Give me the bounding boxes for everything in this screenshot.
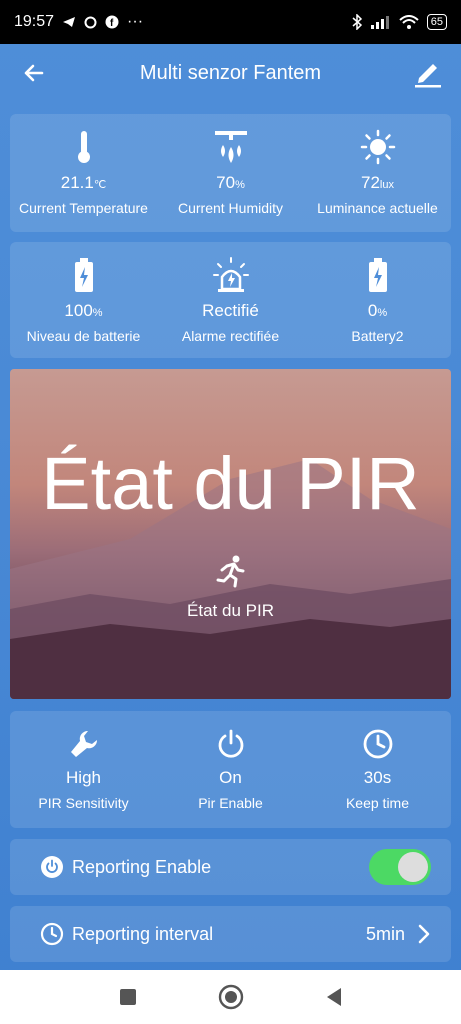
humidity-label: Current Humidity <box>177 200 284 216</box>
reporting-enable-row: Reporting Enable <box>10 839 451 895</box>
pir-enable-label: Pir Enable <box>198 795 263 811</box>
pir-sensitivity-value: High <box>66 768 101 787</box>
temperature-cell[interactable]: 21.1℃ Current Temperature <box>10 129 157 216</box>
home-circle-icon[interactable] <box>218 984 244 1010</box>
temperature-label: Current Temperature <box>19 200 148 216</box>
wifi-icon <box>399 15 419 29</box>
reporting-enable-toggle[interactable] <box>369 849 431 885</box>
edit-pencil-icon[interactable] <box>413 56 443 88</box>
keep-time-label: Keep time <box>345 795 410 811</box>
thermometer-icon <box>77 131 90 163</box>
keep-time-value: 30s <box>363 768 392 787</box>
humidity-value: 70 <box>216 173 236 192</box>
keep-time-cell[interactable]: 30s Keep time <box>304 728 451 811</box>
pir-sensitivity-label: PIR Sensitivity <box>38 795 129 811</box>
battery2-value: 0 <box>367 301 378 320</box>
pir-state-label: État du PIR <box>187 601 274 620</box>
circle-icon <box>84 16 97 28</box>
battery-status: 65 <box>426 14 447 30</box>
mountain-background <box>10 459 451 699</box>
back-arrow-icon[interactable] <box>20 58 50 88</box>
alarm-cell[interactable]: Rectifié Alarme rectifiée <box>157 257 304 344</box>
luminance-value: 72 <box>361 173 380 192</box>
temperature-value: 21.1 <box>60 173 94 192</box>
pir-sensitivity-cell[interactable]: High PIR Sensitivity <box>10 728 157 811</box>
running-person-icon <box>216 555 245 588</box>
facebook-icon: f <box>105 15 119 29</box>
pir-enable-value: On <box>219 768 242 787</box>
page-title: Multi senzor Fantem <box>139 61 322 84</box>
luminance-unit: lux <box>379 179 394 191</box>
status-time: 19:57 <box>14 13 55 30</box>
reporting-interval-label: Reporting interval <box>72 923 214 944</box>
humidity-icon <box>214 131 247 163</box>
battery-icon <box>74 258 93 292</box>
clock-icon <box>363 729 392 759</box>
power-circle-icon <box>41 856 63 878</box>
app-header: Multi senzor Fantem <box>0 44 461 102</box>
pir-enable-cell[interactable]: On Pir Enable <box>157 728 304 811</box>
pir-state-big-text: État du PIR <box>41 442 420 525</box>
battery2-cell[interactable]: 0% Battery2 <box>304 257 451 344</box>
sensor-card-status: 100% Niveau de batterie Rectifié Alarme … <box>10 242 451 358</box>
pir-settings-card: High PIR Sensitivity On Pir Enable 30s K… <box>10 711 451 828</box>
luminance-cell[interactable]: 72lux Luminance actuelle <box>304 129 451 216</box>
alarm-value: Rectifié <box>202 301 259 320</box>
reporting-interval-row[interactable]: Reporting interval 5min <box>10 906 451 962</box>
chevron-right-icon <box>418 924 430 944</box>
status-more: ··· <box>127 13 144 30</box>
signal-icon <box>370 16 389 29</box>
bluetooth-icon <box>352 14 362 30</box>
battery-level-unit: % <box>92 307 103 319</box>
reporting-enable-label: Reporting Enable <box>72 856 212 877</box>
sensor-card-environment: 21.1℃ Current Temperature 70% Current Hu… <box>10 114 451 232</box>
alarm-icon <box>212 257 249 292</box>
luminance-label: Luminance actuelle <box>317 200 438 216</box>
back-triangle-icon[interactable] <box>324 986 344 1008</box>
temperature-unit: ℃ <box>93 179 107 191</box>
battery2-label: Battery2 <box>351 328 404 344</box>
clock-icon <box>40 922 64 946</box>
telegram-icon <box>63 17 76 27</box>
recents-square-icon[interactable] <box>118 987 138 1007</box>
alarm-label: Alarme rectifiée <box>181 328 280 344</box>
humidity-unit: % <box>235 179 245 191</box>
battery-level-value: 100 <box>64 301 93 320</box>
sun-icon <box>360 129 395 165</box>
battery2-unit: % <box>377 307 388 319</box>
battery-level-cell[interactable]: 100% Niveau de batterie <box>10 257 157 344</box>
system-nav-bar <box>0 970 461 1024</box>
power-icon <box>218 729 243 758</box>
status-bar: 19:57 f ··· 65 <box>0 0 461 44</box>
battery-level-label: Niveau de batterie <box>26 328 141 344</box>
wrench-icon <box>70 730 97 757</box>
reporting-interval-value: 5min <box>365 923 405 944</box>
humidity-cell[interactable]: 70% Current Humidity <box>157 129 304 216</box>
battery-icon <box>368 258 387 292</box>
pir-state-panel[interactable]: État du PIR État du PIR <box>10 369 451 699</box>
toggle-knob <box>398 852 428 882</box>
